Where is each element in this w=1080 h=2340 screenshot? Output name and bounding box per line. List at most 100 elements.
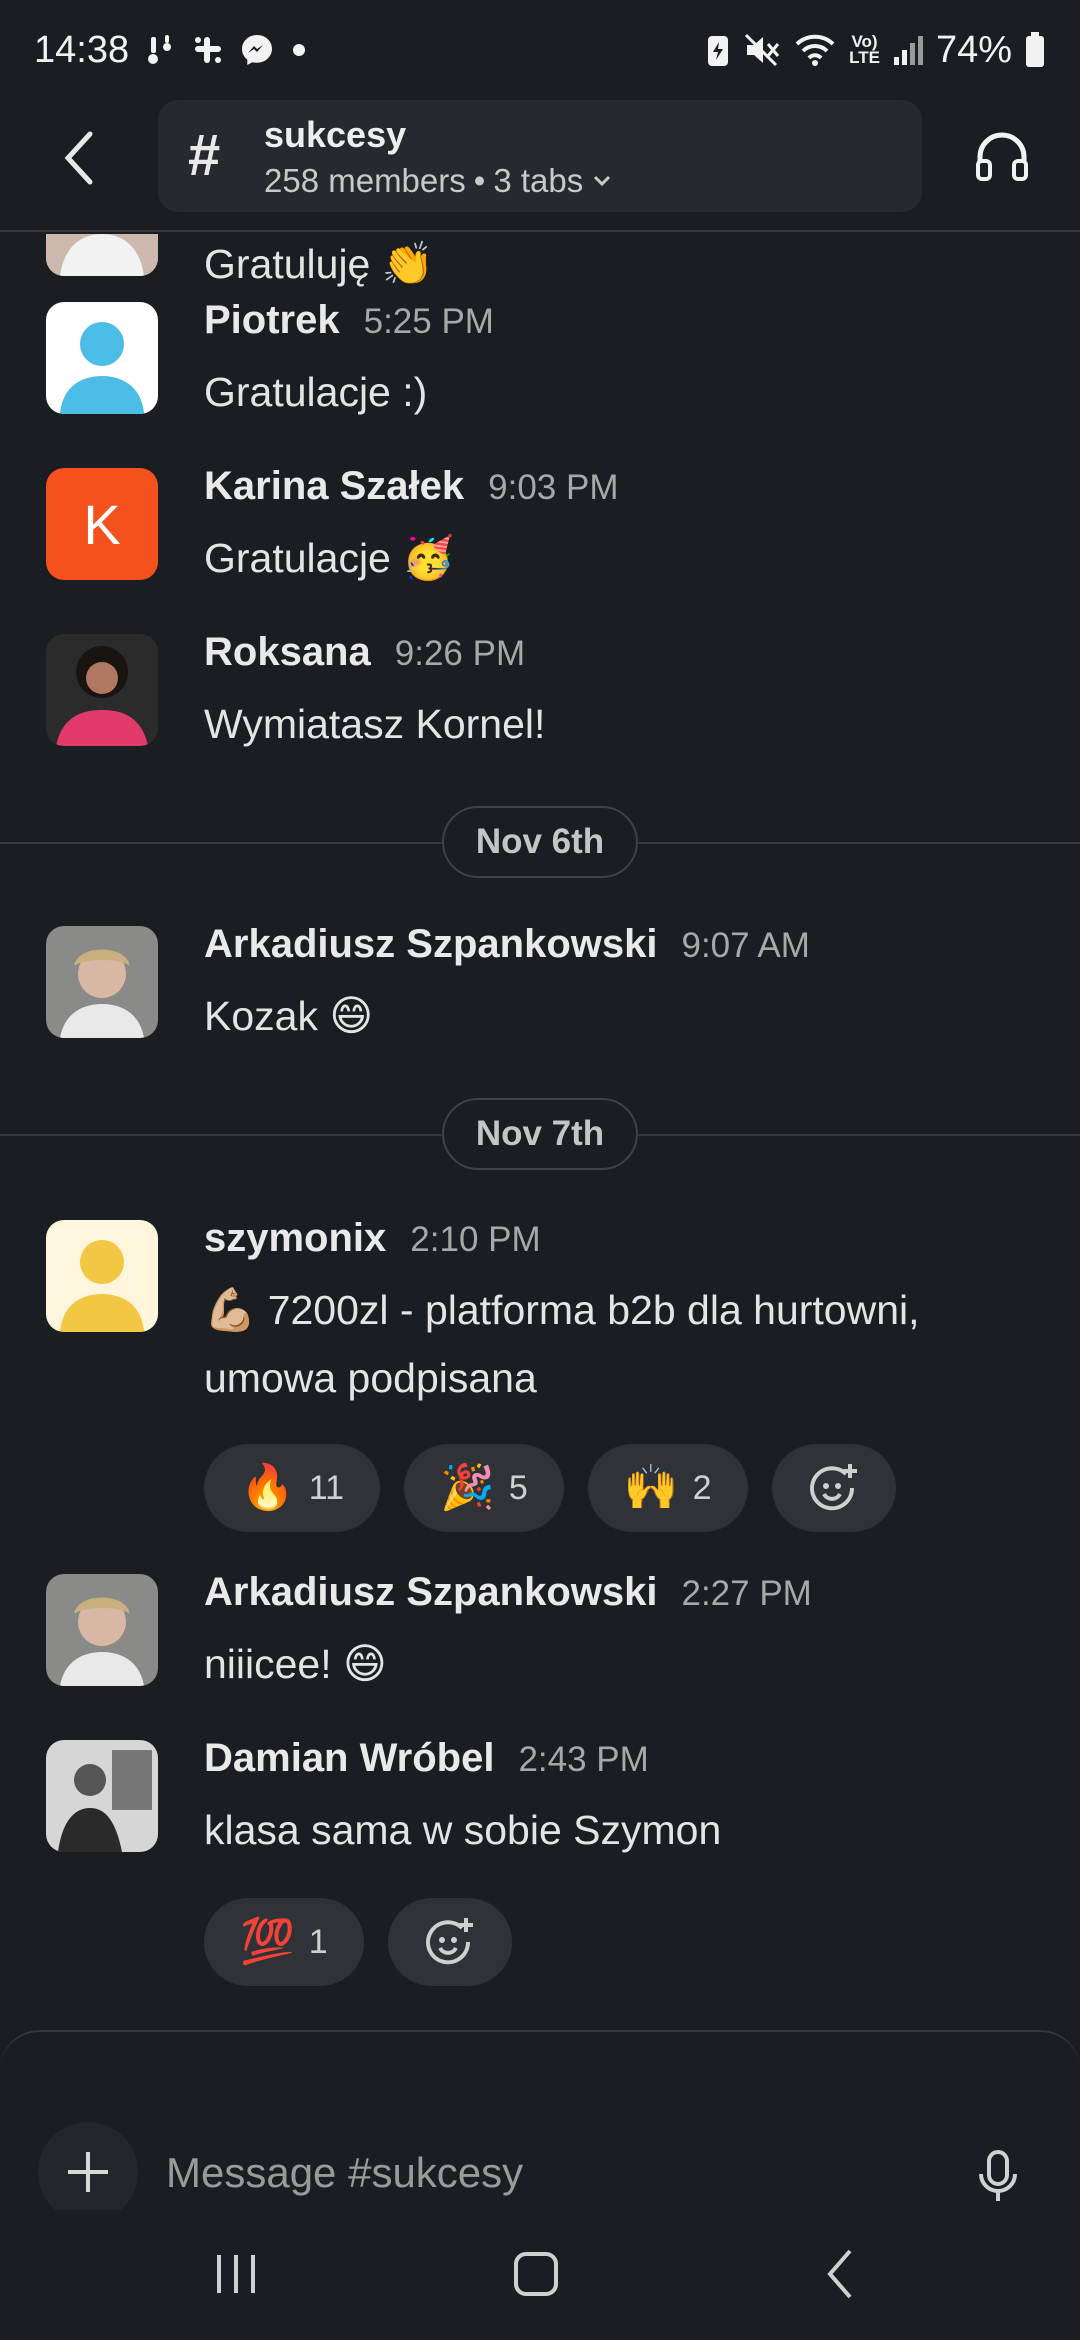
hundred-emoji: 💯 bbox=[240, 1916, 295, 1967]
channel-info-button[interactable]: # sukcesy 258 members • 3 tabs bbox=[158, 100, 922, 212]
avatar[interactable] bbox=[46, 926, 158, 1038]
reaction-count: 1 bbox=[308, 1922, 328, 1961]
recent-apps-button[interactable] bbox=[186, 2234, 286, 2314]
channel-meta: 258 members • 3 tabs bbox=[264, 162, 613, 200]
wifi-icon bbox=[793, 32, 837, 68]
raised-hands-emoji: 🙌 bbox=[623, 1462, 679, 1513]
message-header: Karina Szałek 9:03 PM bbox=[204, 464, 619, 509]
author-name[interactable]: Arkadiusz Szpankowski bbox=[204, 922, 657, 967]
avatar[interactable] bbox=[46, 634, 158, 746]
status-right: Vo) LTE 74% bbox=[705, 29, 1046, 72]
avatar[interactable] bbox=[46, 1740, 158, 1852]
message-header: Piotrek 5:25 PM bbox=[204, 298, 494, 343]
messenger-icon bbox=[239, 32, 275, 68]
channel-name: sukcesy bbox=[264, 114, 407, 155]
timestamp: 2:27 PM bbox=[681, 1574, 812, 1613]
reaction-hundred[interactable]: 💯 1 bbox=[204, 1898, 364, 1986]
avatar-letter: K bbox=[83, 492, 121, 556]
channel-header: # sukcesy 258 members • 3 tabs bbox=[0, 100, 1080, 232]
back-button[interactable] bbox=[50, 128, 110, 188]
author-name[interactable]: Karina Szałek bbox=[204, 464, 464, 509]
clap-emoji: 👏 bbox=[381, 239, 435, 288]
add-reaction-button[interactable] bbox=[771, 1444, 896, 1532]
message-text: Gratuluję 👏 bbox=[204, 239, 435, 288]
mute-icon bbox=[743, 32, 781, 68]
member-count: 258 members bbox=[264, 162, 466, 199]
date-pill[interactable]: Nov 6th bbox=[442, 806, 638, 878]
message-composer bbox=[0, 2030, 1080, 2222]
message-text: klasa sama w sobie Szymon bbox=[204, 1807, 722, 1853]
chevron-down-icon bbox=[594, 175, 611, 187]
reaction-count: 5 bbox=[508, 1468, 528, 1507]
message-text: niiicee! 😄 bbox=[204, 1639, 387, 1688]
timestamp: 2:43 PM bbox=[518, 1740, 649, 1779]
reaction-count: 11 bbox=[308, 1468, 345, 1507]
system-back-button[interactable] bbox=[790, 2234, 890, 2314]
avatar[interactable] bbox=[46, 234, 158, 276]
message-text: Gratulacje 🥳 bbox=[204, 533, 455, 582]
message-list[interactable]: Gratuluję 👏 Piotrek 5:25 PM Gratulacje :… bbox=[0, 234, 1080, 2034]
system-nav-bar bbox=[0, 2210, 1080, 2340]
avatar[interactable] bbox=[46, 1574, 158, 1686]
message-text: Wymiatasz Kornel! bbox=[204, 701, 546, 747]
slack-icon bbox=[191, 33, 225, 67]
timestamp: 9:07 AM bbox=[681, 926, 810, 965]
message-header: Roksana 9:26 PM bbox=[204, 630, 525, 675]
message-text: Gratulacje :) bbox=[204, 369, 428, 415]
fire-emoji: 🔥 bbox=[240, 1462, 295, 1513]
reactions-bar: 💯 1 bbox=[204, 1898, 512, 1986]
battery-percent: 74% bbox=[935, 28, 1012, 71]
clock: 14:38 bbox=[34, 28, 130, 71]
dot-icon bbox=[289, 40, 309, 60]
status-left: 14:38 bbox=[34, 29, 309, 72]
date-pill[interactable]: Nov 7th bbox=[442, 1098, 638, 1170]
grin-emoji: 😄 bbox=[343, 1639, 387, 1688]
attach-button[interactable] bbox=[38, 2122, 138, 2222]
hash-icon: # bbox=[188, 123, 221, 188]
chevron-left-icon bbox=[64, 131, 93, 185]
status-bar: 14:38 Vo) LTE 74% bbox=[0, 0, 1080, 100]
grin-emoji: 😄 bbox=[329, 991, 374, 1040]
home-icon bbox=[514, 2252, 558, 2296]
huddle-button[interactable] bbox=[970, 124, 1034, 188]
avatar[interactable] bbox=[46, 1220, 158, 1332]
timestamp: 2:10 PM bbox=[410, 1220, 541, 1259]
author-name[interactable]: Arkadiusz Szpankowski bbox=[204, 1570, 657, 1615]
reaction-fire[interactable]: 🔥 11 bbox=[204, 1444, 381, 1532]
avatar[interactable] bbox=[46, 302, 158, 414]
avatar[interactable]: K bbox=[46, 468, 158, 580]
author-name[interactable]: Damian Wróbel bbox=[204, 1736, 494, 1781]
flexed-biceps-emoji: 💪🏼 bbox=[204, 1285, 257, 1334]
timestamp: 9:26 PM bbox=[394, 634, 526, 673]
message-header: Damian Wróbel 2:43 PM bbox=[204, 1736, 649, 1781]
date-divider: Nov 7th bbox=[0, 1098, 1080, 1170]
author-name[interactable]: Roksana bbox=[204, 630, 371, 675]
author-name[interactable]: Piotrek bbox=[204, 298, 340, 343]
party-face-emoji: 🥳 bbox=[402, 533, 455, 582]
notification-icon bbox=[143, 33, 177, 67]
date-divider: Nov 6th bbox=[0, 806, 1080, 878]
author-name[interactable]: szymonix bbox=[204, 1216, 386, 1261]
headphones-icon bbox=[976, 132, 1028, 181]
meta-separator: • bbox=[473, 162, 486, 199]
battery-saver-icon bbox=[705, 32, 731, 68]
message-header: Arkadiusz Szpankowski 9:07 AM bbox=[204, 922, 810, 967]
timestamp: 9:03 PM bbox=[488, 468, 619, 507]
add-reaction-button[interactable] bbox=[387, 1898, 512, 1986]
reactions-bar: 🔥 11 🎉 5 🙌 2 bbox=[204, 1444, 896, 1532]
reaction-count: 2 bbox=[692, 1468, 712, 1507]
message-header: Arkadiusz Szpankowski 2:27 PM bbox=[204, 1570, 812, 1615]
message-text: 💪🏼 7200zl - platforma b2b dla hurtowni, … bbox=[204, 1285, 920, 1401]
message-input[interactable] bbox=[166, 2128, 926, 2218]
timestamp: 5:25 PM bbox=[363, 302, 494, 341]
volte-icon: Vo) LTE bbox=[849, 32, 880, 67]
reaction-raised-hands[interactable]: 🙌 2 bbox=[587, 1444, 748, 1532]
signal-icon bbox=[892, 33, 924, 67]
recent-apps-icon bbox=[217, 2255, 255, 2293]
reaction-party[interactable]: 🎉 5 bbox=[404, 1444, 564, 1532]
home-button[interactable] bbox=[486, 2234, 586, 2314]
voice-button[interactable] bbox=[968, 2136, 1028, 2216]
party-popper-emoji: 🎉 bbox=[440, 1462, 495, 1513]
add-reaction-icon bbox=[809, 1464, 857, 1511]
tabs-count: 3 tabs bbox=[493, 162, 584, 199]
